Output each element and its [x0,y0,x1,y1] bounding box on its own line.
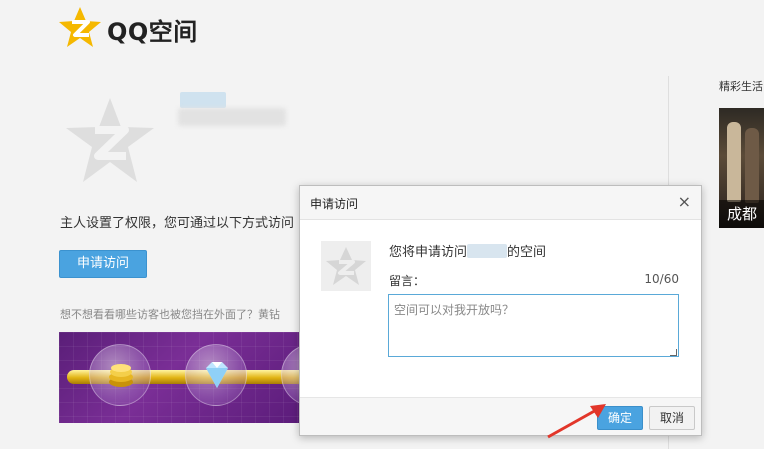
default-avatar-icon [66,98,154,182]
message-textarea[interactable]: 空间可以对我开放吗？ [388,294,679,357]
sidebar-title: 精彩生活 [719,80,763,93]
owner-name-blurred [178,92,288,132]
dialog-title: 申请访问 [310,197,359,211]
apply-access-button[interactable]: 申请访问 [59,250,147,278]
apply-access-dialog: 申请访问 × 您将申请访问 的空间 留言： 10/60 空间可以对我开放吗？ 确定… [299,185,702,436]
coins-icon [109,364,133,387]
dialog-message: 您将申请访问 的空间 [389,241,546,260]
brand-title: QQ空间 [107,18,198,46]
sidebar-promo-image[interactable]: 成都 [719,108,764,228]
dialog-header: 申请访问 × [300,186,701,220]
permission-text: 主人设置了权限，您可通过以下方式访问 [60,216,295,231]
yellow-diamond-banner[interactable] [59,332,300,423]
sidebar-image-caption: 成都 [719,200,764,228]
red-arrow-annotation [547,404,606,439]
message-label: 留言： [389,274,426,288]
cancel-button[interactable]: 取消 [649,406,695,430]
dialog-avatar-icon [321,241,371,291]
close-icon[interactable]: × [678,192,691,212]
dialog-message-suffix: 的空间 [507,245,547,260]
char-counter: 10/60 [644,272,679,286]
hint-text[interactable]: 想不想看看哪些访客也被您挡在外面了？黄钻 [60,306,300,322]
dialog-message-prefix: 您将申请访问 [389,245,468,260]
dialog-footer: 确定 取消 [300,397,701,435]
target-name-blurred [467,244,508,258]
diamond-icon [206,362,228,388]
resize-grip-icon[interactable] [670,349,677,356]
qzone-star-logo-icon [59,7,101,47]
